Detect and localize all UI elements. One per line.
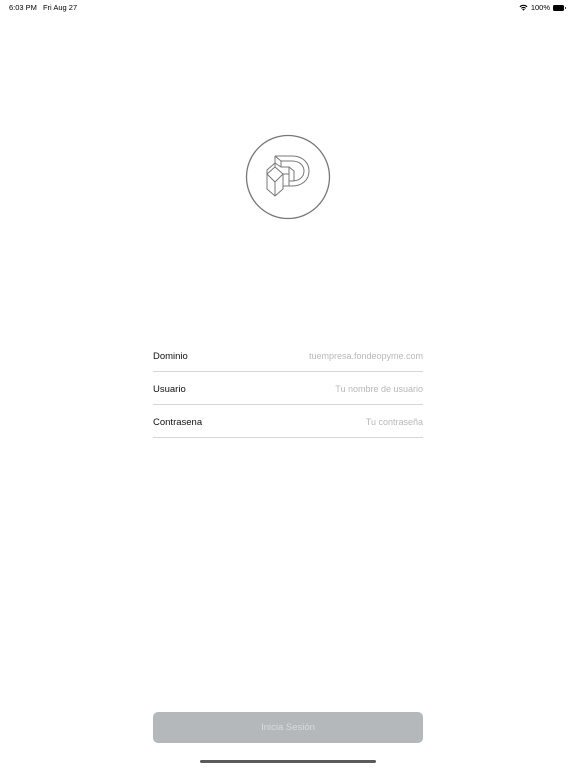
user-input[interactable] <box>263 382 423 394</box>
status-date: Fri Aug 27 <box>42 3 78 12</box>
domain-input[interactable] <box>263 349 423 361</box>
status-time: 6:03 PM <box>9 3 37 12</box>
home-indicator[interactable] <box>200 760 376 763</box>
domain-row: Dominio <box>153 339 423 372</box>
password-row: Contrasena <box>153 405 423 438</box>
battery-tip <box>564 6 566 9</box>
wifi-icon <box>519 4 528 11</box>
p-logo-icon <box>245 134 331 220</box>
status-bar: 6:03 PM Fri Aug 27 100% <box>0 0 576 14</box>
domain-label: Dominio <box>153 350 188 362</box>
battery-icon <box>553 4 566 11</box>
user-row: Usuario <box>153 372 423 405</box>
login-form: Dominio Usuario Contrasena <box>153 339 423 438</box>
battery-body <box>553 4 564 11</box>
password-label: Contrasena <box>153 416 203 428</box>
status-right: 100% <box>519 3 566 12</box>
password-input[interactable] <box>263 415 423 427</box>
battery-percentage: 100% <box>530 3 550 12</box>
status-left: 6:03 PM Fri Aug 27 <box>9 3 77 12</box>
login-button[interactable]: Inicia Sesión <box>153 712 423 743</box>
user-label: Usuario <box>153 383 186 395</box>
